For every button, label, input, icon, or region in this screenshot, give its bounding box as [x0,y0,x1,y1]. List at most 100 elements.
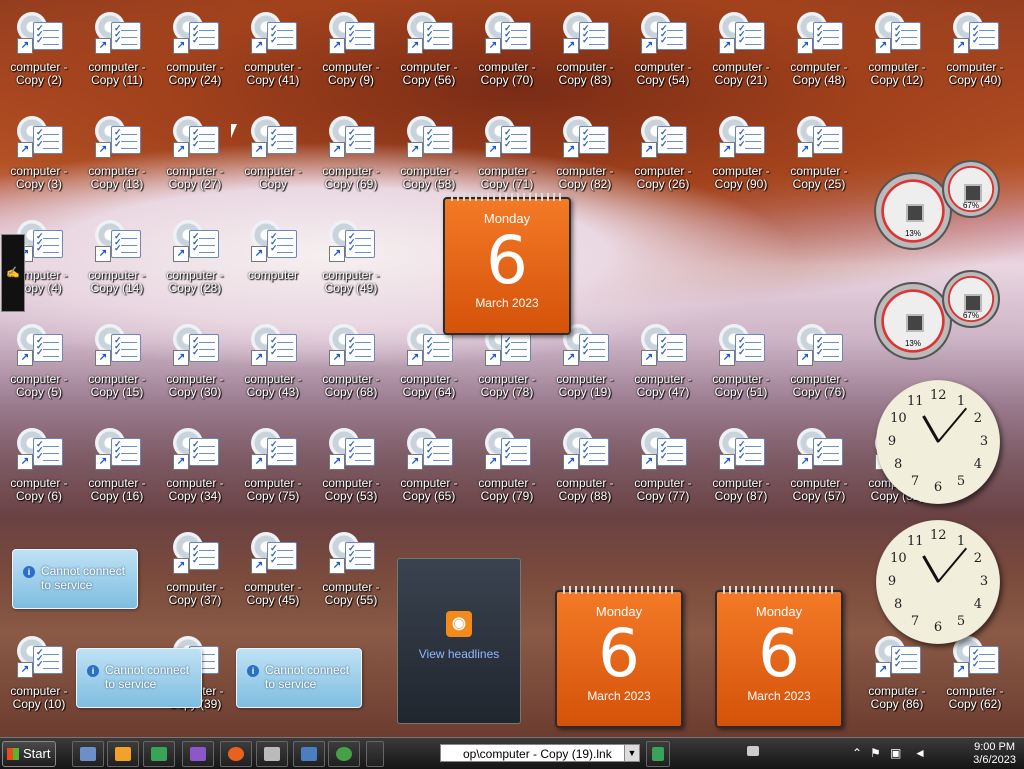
desktop-shortcut-icon[interactable]: ✓ ✓ ✓ ↗ computer - Copy (5) [0,316,78,416]
shortcut-gear-icon: ✓✓✓↗ [638,9,687,56]
quicklaunch-desktop-icon[interactable] [293,741,325,767]
desktop-shortcut-icon[interactable]: ✓ ✓ ✓ ↗ computer - Copy (77) [624,420,702,520]
desktop-shortcut-icon[interactable]: ✓ ✓ ✓ ↗ computer - Copy (51) [702,316,780,416]
desktop-shortcut-icon[interactable]: ✓ ✓ ✓ ↗ computer - Copy (9) [312,4,390,104]
clock-numeral: 2 [973,551,982,566]
desktop-shortcut-icon[interactable]: ✓ ✓ ✓ ↗ computer - Copy (76) [780,316,858,416]
calendar-gadget[interactable]: Monday 6 March 2023 [715,586,843,728]
desktop-shortcut-icon[interactable]: ✓ ✓ ✓ ↗ computer - Copy (69) [312,108,390,208]
desktop-shortcut-icon[interactable]: ✓ ✓ ✓ ↗ computer - Copy (37) [156,524,234,624]
notice-line: Cannot connect [105,663,190,677]
quicklaunch-calculator-icon[interactable] [256,741,288,767]
desktop-shortcut-icon[interactable]: ✓ ✓ ✓ ↗ computer - Copy (65) [390,420,468,520]
tablet-input-icon[interactable] [742,741,764,765]
desktop-shortcut-icon[interactable]: ✓ ✓ ✓ ↗ computer [234,212,312,312]
quicklaunch-scroll-button[interactable] [366,741,384,767]
calendar-gadget[interactable]: Monday 6 March 2023 [443,193,571,335]
desktop-shortcut-icon[interactable]: ✓ ✓ ✓ ↗ computer - Copy (15) [78,316,156,416]
clock-gadget[interactable]: 12 1 2 3 4 5 6 7 8 9 10 11 [876,520,1000,644]
chevron-down-icon[interactable]: ▼ [624,745,639,761]
desktop-shortcut-icon[interactable]: ✓ ✓ ✓ ↗ computer - Copy (40) [936,4,1014,104]
quicklaunch-network-icon[interactable] [143,741,175,767]
desktop-shortcut-icon[interactable]: ✓ ✓ ✓ ↗ computer - Copy (75) [234,420,312,520]
cpu-meter-gadget[interactable]: 13% 67% [874,160,1000,250]
desktop-shortcut-icon[interactable]: ✓ ✓ ✓ ↗ computer - Copy (47) [624,316,702,416]
memory-dial: 67% [942,270,1000,328]
sidebar-tab[interactable]: ✍ [1,234,25,312]
desktop-shortcut-icon[interactable]: ✓ ✓ ✓ ↗ computer - Copy (57) [780,420,858,520]
desktop-shortcut-icon[interactable]: ✓ ✓ ✓ ↗ computer - Copy (88) [546,420,624,520]
desktop-shortcut-icon[interactable]: ✓ ✓ ✓ ↗ computer - Copy (28) [156,212,234,312]
action-center-flag-icon[interactable]: ⚑ [870,746,881,760]
desktop-shortcut-icon[interactable]: ✓ ✓ ✓ ↗ computer - Copy (43) [234,316,312,416]
address-toolbar-input[interactable]: op\computer - Copy (19).lnk ▼ [440,744,640,762]
desktop-shortcut-icon[interactable]: ✓ ✓ ✓ ↗ computer - Copy (87) [702,420,780,520]
desktop-shortcut-icon[interactable]: ✓ ✓ ✓ ↗ computer - Copy (48) [780,4,858,104]
start-button[interactable]: Start [2,741,56,767]
desktop-shortcut-icon[interactable]: ✓ ✓ ✓ ↗ computer - Copy (14) [78,212,156,312]
calendar-gadget[interactable]: Monday 6 March 2023 [555,586,683,728]
shortcut-label: Copy (70) [480,73,534,87]
desktop-shortcut-icon[interactable]: ✓ ✓ ✓ ↗ computer - Copy (41) [234,4,312,104]
desktop-shortcut-icon[interactable]: ✓ ✓ ✓ ↗ computer - Copy (86) [858,628,936,728]
quicklaunch-game-icon[interactable] [182,741,214,767]
view-headlines-link[interactable]: View headlines [419,647,500,661]
feed-error-notice[interactable]: i Cannot connect to service [76,648,202,708]
feed-headlines-gadget[interactable]: ◉ View headlines [397,558,521,724]
desktop-shortcut-icon[interactable]: ✓ ✓ ✓ ↗ computer - Copy (21) [702,4,780,104]
quicklaunch-browser-icon[interactable] [328,741,360,767]
desktop-shortcut-icon[interactable]: ✓ ✓ ✓ ↗ computer - Copy (6) [0,420,78,520]
desktop-shortcut-icon[interactable]: ✓ ✓ ✓ ↗ computer - Copy (34) [156,420,234,520]
desktop-shortcut-icon[interactable]: ✓ ✓ ✓ ↗ computer - Copy (10) [0,628,78,728]
clock-numeral: 7 [910,613,920,629]
quicklaunch-media-player-icon[interactable] [107,741,139,767]
desktop-shortcut-icon[interactable]: ✓ ✓ ✓ ↗ computer - Copy (26) [624,108,702,208]
desktop-shortcut-icon[interactable]: ✓ ✓ ✓ ↗ computer - Copy [234,108,312,208]
shortcut-gear-icon: ✓✓✓↗ [170,529,219,576]
desktop-shortcut-icon[interactable]: ✓ ✓ ✓ ↗ computer - Copy (30) [156,316,234,416]
feed-error-notice[interactable]: i Cannot connect to service [236,648,362,708]
desktop-shortcut-icon[interactable]: ✓ ✓ ✓ ↗ computer - Copy (2) [0,4,78,104]
shortcut-gear-icon: ✓✓✓↗ [14,113,63,160]
shortcut-arrow-icon: ↗ [173,142,189,158]
cpu-meter-gadget[interactable]: 13% 67% [874,270,1000,360]
desktop-shortcut-icon[interactable]: ✓ ✓ ✓ ↗ computer - Copy (83) [546,4,624,104]
desktop-shortcut-icon[interactable]: ✓ ✓ ✓ ↗ computer - Copy (45) [234,524,312,624]
feed-error-notice[interactable]: i Cannot connect to service [12,549,138,609]
desktop-shortcut-icon[interactable]: ✓ ✓ ✓ ↗ computer - Copy (3) [0,108,78,208]
desktop-shortcut-icon[interactable]: ✓ ✓ ✓ ↗ computer - Copy (90) [702,108,780,208]
desktop-shortcut-icon[interactable]: ✓ ✓ ✓ ↗ computer - Copy (13) [78,108,156,208]
desktop-shortcut-icon[interactable]: ✓ ✓ ✓ ↗ computer - Copy (27) [156,108,234,208]
calendar-date: 6 [486,222,528,299]
desktop-shortcut-icon[interactable]: ✓ ✓ ✓ ↗ computer - Copy (70) [468,4,546,104]
taskbar: Start op\computer - Copy (19).lnk ▼ ⌃ ⚑ … [0,737,1024,769]
desktop-shortcut-icon[interactable]: ✓ ✓ ✓ ↗ computer - Copy (53) [312,420,390,520]
info-icon: i [247,665,259,677]
shortcut-label: Copy (82) [558,177,612,191]
volume-icon[interactable]: ◄ [914,746,926,760]
desktop-shortcut-icon[interactable]: ✓ ✓ ✓ ↗ computer - Copy (24) [156,4,234,104]
system-clock[interactable]: 9:00 PM 3/6/2023 [973,741,1016,767]
desktop-shortcut-icon[interactable]: ✓ ✓ ✓ ↗ computer - Copy (56) [390,4,468,104]
desktop-shortcut-icon[interactable]: ✓ ✓ ✓ ↗ computer - Copy (12) [858,4,936,104]
clock-numeral: 11 [907,534,924,550]
show-hidden-icons-icon[interactable]: ⌃ [852,746,862,760]
desktop-shortcut-icon[interactable]: ✓ ✓ ✓ ↗ computer - Copy (25) [780,108,858,208]
desktop-shortcut-icon[interactable]: ✓ ✓ ✓ ↗ computer - Copy (16) [78,420,156,520]
shortcut-gear-icon: ✓✓✓↗ [14,9,63,56]
go-button[interactable] [646,741,670,767]
quicklaunch-firefox-icon[interactable] [220,741,252,767]
start-label: Start [23,746,51,761]
desktop-shortcut-icon[interactable]: ✓ ✓ ✓ ↗ computer - Copy (11) [78,4,156,104]
clock-gadget[interactable]: 12 1 2 3 4 5 6 7 8 9 10 11 [876,380,1000,504]
network-icon[interactable]: ▣ [890,746,901,760]
shortcut-gear-icon: ✓✓✓↗ [482,113,531,160]
desktop-shortcut-icon[interactable]: ✓ ✓ ✓ ↗ computer - Copy (55) [312,524,390,624]
desktop-shortcut-icon[interactable]: ✓ ✓ ✓ ↗ computer - Copy (68) [312,316,390,416]
desktop-shortcut-icon[interactable]: ✓ ✓ ✓ ↗ computer - Copy (49) [312,212,390,312]
quicklaunch-computer-icon[interactable] [72,741,104,767]
shortcut-label: Copy (45) [246,593,300,607]
notification-area: ⌃ ⚑ ▣ ◄ 9:00 PM 3/6/2023 [848,738,1024,769]
desktop-shortcut-icon[interactable]: ✓ ✓ ✓ ↗ computer - Copy (79) [468,420,546,520]
desktop-shortcut-icon[interactable]: ✓ ✓ ✓ ↗ computer - Copy (54) [624,4,702,104]
